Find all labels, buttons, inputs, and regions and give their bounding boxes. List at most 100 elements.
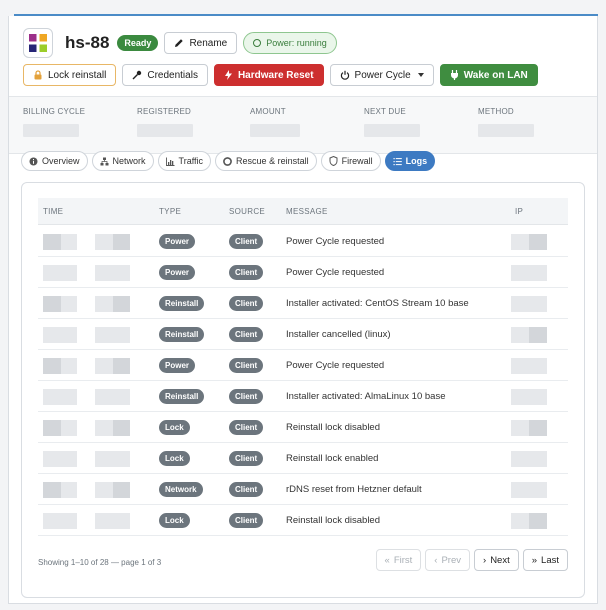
wake-on-lan-button[interactable]: Wake on LAN: [439, 64, 538, 86]
redacted-block: [61, 451, 77, 467]
source-cell: Client: [229, 226, 264, 257]
col-message: MESSAGE: [286, 207, 328, 216]
power-cycle-label: Power Cycle: [354, 69, 411, 81]
table-row: Power Client Power Cycle requested: [38, 226, 568, 257]
table-row: Reinstall Client Installer activated: Alma…: [38, 381, 568, 412]
prev-label: Prev: [441, 554, 462, 566]
last-page-button[interactable]: » Last: [522, 549, 568, 571]
message-cell: Reinstall lock disabled: [286, 422, 380, 433]
tab-traffic[interactable]: Traffic: [157, 151, 212, 171]
redacted-block: [529, 327, 547, 343]
power-status-label: Power: running: [266, 38, 327, 48]
type-cell: Reinstall: [159, 319, 205, 350]
tab-rescue-reinstall[interactable]: Rescue & reinstall: [215, 151, 317, 171]
redacted-block: [511, 296, 529, 312]
bolt-icon: [224, 70, 232, 80]
source-cell: Client: [229, 381, 264, 412]
tab-rescue-reinstall-label: Rescue & reinstall: [236, 156, 309, 166]
redacted-block: [113, 327, 130, 343]
type-cell: Power: [159, 257, 196, 288]
server-tabs: Overview Network Traffic Rescue & reinst…: [21, 151, 436, 171]
type-badge: Lock: [159, 513, 190, 528]
redacted-block: [43, 296, 61, 312]
next-page-button[interactable]: › Next: [474, 549, 519, 571]
lifebuoy-icon: [223, 156, 232, 166]
table-row: Reinstall Client Installer cancelled (linu…: [38, 319, 568, 350]
redacted-block: [95, 358, 113, 374]
power-cycle-dropdown[interactable]: Power Cycle: [329, 64, 434, 86]
plug-icon: [450, 70, 458, 80]
source-cell: Client: [229, 319, 264, 350]
col-ip: IP: [515, 207, 524, 216]
table-row: Lock Client Reinstall lock disabled: [38, 412, 568, 443]
double-chevron-left-icon: «: [384, 554, 390, 566]
redacted-block: [113, 451, 130, 467]
amount-value-redacted: [250, 124, 300, 137]
redacted-block: [95, 482, 113, 498]
method-field: METHOD: [478, 107, 534, 137]
wake-on-lan-label: Wake on LAN: [463, 69, 528, 81]
redacted-block: [43, 265, 61, 281]
source-badge: Client: [229, 358, 264, 373]
server-card: hs-88 Ready Rename Power: running Lock r…: [8, 16, 598, 604]
type-badge: Power: [159, 358, 196, 373]
message-cell: Power Cycle requested: [286, 267, 385, 278]
redacted-block: [511, 234, 529, 250]
lock-reinstall-button[interactable]: Lock reinstall: [23, 64, 117, 86]
redacted-block: [95, 451, 113, 467]
redacted-block: [511, 420, 529, 436]
first-page-button[interactable]: « First: [375, 549, 422, 571]
chart-icon: [165, 157, 175, 166]
redacted-block: [61, 513, 77, 529]
source-cell: Client: [229, 443, 264, 474]
tab-overview[interactable]: Overview: [21, 151, 88, 171]
source-badge: Client: [229, 482, 264, 497]
col-time: TIME: [43, 207, 64, 216]
prev-page-button[interactable]: ‹ Prev: [425, 549, 471, 571]
tab-firewall[interactable]: Firewall: [320, 151, 381, 171]
type-badge: Reinstall: [159, 327, 205, 342]
redacted-block: [113, 265, 130, 281]
type-cell: Reinstall: [159, 288, 205, 319]
tab-overview-label: Overview: [42, 156, 80, 166]
message-cell: Power Cycle requested: [286, 236, 385, 247]
redacted-block: [113, 358, 130, 374]
redacted-block: [61, 296, 77, 312]
source-badge: Client: [229, 296, 264, 311]
type-cell: Lock: [159, 505, 190, 536]
pagination: « First ‹ Prev › Next » Last: [375, 549, 568, 571]
redacted-block: [95, 265, 113, 281]
redacted-block: [95, 389, 113, 405]
next-due-field: NEXT DUE: [364, 107, 420, 137]
message-cell: Power Cycle requested: [286, 360, 385, 371]
message-cell: rDNS reset from Hetzner default: [286, 484, 422, 495]
rename-button[interactable]: Rename: [164, 32, 238, 54]
hardware-reset-button[interactable]: Hardware Reset: [213, 64, 324, 86]
source-cell: Client: [229, 288, 264, 319]
credentials-button[interactable]: Credentials: [122, 64, 208, 86]
type-cell: Power: [159, 226, 196, 257]
type-badge: Reinstall: [159, 389, 205, 404]
tab-traffic-label: Traffic: [178, 156, 204, 166]
redacted-block: [529, 234, 547, 250]
type-badge: Network: [159, 482, 203, 497]
redacted-block: [511, 358, 529, 374]
source-cell: Client: [229, 350, 264, 381]
redacted-block: [95, 234, 113, 250]
tab-logs[interactable]: Logs: [384, 151, 436, 171]
last-label: Last: [541, 554, 559, 566]
chevron-left-icon: ‹: [434, 554, 438, 566]
redacted-block: [511, 389, 529, 405]
redacted-block: [511, 451, 529, 467]
server-name: hs-88: [65, 33, 110, 52]
tab-logs-label: Logs: [405, 156, 428, 166]
lock-reinstall-label: Lock reinstall: [48, 69, 107, 81]
registered-field: REGISTERED: [137, 107, 193, 137]
pagination-summary: Showing 1–10 of 28 — page 1 of 3: [38, 558, 162, 567]
type-cell: Power: [159, 350, 196, 381]
redacted-block: [43, 234, 61, 250]
tab-network[interactable]: Network: [91, 151, 154, 171]
redacted-block: [529, 265, 547, 281]
list-icon: [393, 157, 402, 165]
message-cell: Reinstall lock disabled: [286, 515, 380, 526]
